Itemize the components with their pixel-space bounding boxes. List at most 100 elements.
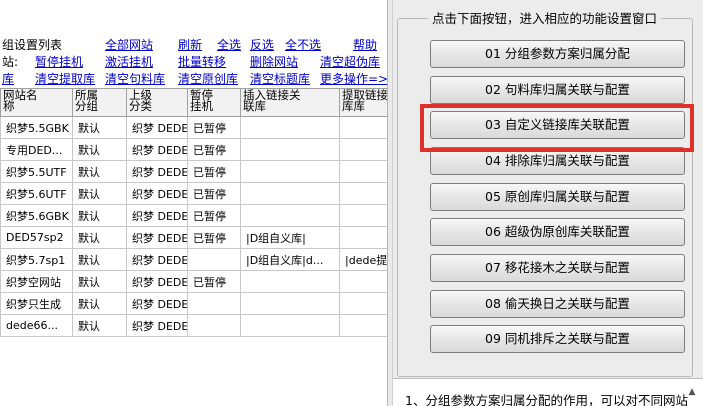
panel-title: 点击下面按钮，进入相应的功能设置窗口: [428, 12, 662, 26]
function-button-01[interactable]: 01 分组参数方案归属分配: [430, 40, 685, 68]
table-cell: [339, 204, 392, 227]
table-row[interactable]: 专用DED... 默认 织梦 DEDE 已暂停: [0, 138, 392, 161]
delete-site-link[interactable]: 删除网站: [250, 54, 298, 70]
function-button-06[interactable]: 06 超级伪原创库关联配置: [430, 218, 685, 246]
pause-collect-link[interactable]: 暂停挂机: [35, 54, 83, 70]
table-cell: DED57sp2: [0, 226, 73, 249]
table-cell: 默认: [72, 160, 127, 183]
table-cell: 织梦空网站: [0, 270, 73, 293]
table-cell: [339, 116, 392, 139]
table-row[interactable]: 织梦5.6UTF 默认 织梦 DEDE 已暂停: [0, 182, 392, 205]
column-header-group[interactable]: 所属 分组: [72, 88, 127, 117]
column-header-site-name[interactable]: 网站名称: [0, 88, 73, 117]
table-row[interactable]: DED57sp2 默认 织梦 DEDE 已暂停 |D组自义库|: [0, 226, 392, 249]
table-cell: [240, 292, 340, 315]
toolbar-row-2: 站: 暂停挂机 激活挂机 批量转移 删除网站 清空超伪库: [0, 54, 392, 70]
table-row[interactable]: dede66... 默认 织梦 DEDE: [0, 314, 392, 337]
site-table: 网站名称 所属 分组 上级 分类 暂停 挂机 插入链接关 联库 提取链接 库库 织梦5.5…: [0, 88, 392, 337]
table-cell: 默认: [72, 138, 127, 161]
refresh-link[interactable]: 刷新: [178, 37, 202, 53]
function-button-09[interactable]: 09 同机排斥之关联与配置: [430, 325, 685, 353]
column-header-extract-link-lib[interactable]: 提取链接 库库: [339, 88, 392, 117]
table-header-row: 网站名称 所属 分组 上级 分类 暂停 挂机 插入链接关 联库 提取链接 库库: [0, 88, 392, 117]
column-header-insert-link-lib[interactable]: 插入链接关 联库: [240, 88, 340, 117]
table-cell: 织梦5.7sp1: [0, 248, 73, 271]
table-cell: 已暂停: [187, 204, 241, 227]
site-list-pane: 组设置列表 全部网站 刷新 全选 反选 全不选 帮助 站: 暂停挂机 激活挂机 …: [0, 0, 392, 406]
table-cell: |D组自义库|d...: [240, 248, 340, 271]
table-cell: 默认: [72, 204, 127, 227]
table-cell: [187, 292, 241, 315]
table-cell: [339, 160, 392, 183]
table-cell: 已暂停: [187, 270, 241, 293]
clear-title-link[interactable]: 清空标题库: [250, 71, 310, 87]
table-cell: 默认: [72, 248, 127, 271]
table-cell: 默认: [72, 182, 127, 205]
table-cell: [187, 248, 241, 271]
table-cell: [339, 270, 392, 293]
function-button-05[interactable]: 05 原创库归属关联与配置: [430, 183, 685, 211]
function-button-02[interactable]: 02 句料库归属关联与配置: [430, 76, 685, 104]
table-cell: 织梦 DEDE: [126, 160, 188, 183]
table-cell: 织梦5.5UTF: [0, 160, 73, 183]
description-box: 1、分组参数方案归属分配的作用，可以对不同网站 ▲: [393, 378, 703, 406]
table-cell: [240, 182, 340, 205]
table-cell: 织梦 DEDE: [126, 116, 188, 139]
table-cell: [339, 292, 392, 315]
function-panel: 点击下面按钮，进入相应的功能设置窗口 01 分组参数方案归属分配 02 句料库归属…: [393, 0, 703, 406]
table-cell: 已暂停: [187, 226, 241, 249]
function-button-08[interactable]: 08 偷天换日之关联与配置: [430, 290, 685, 318]
table-cell: dede66...: [0, 314, 73, 337]
table-row[interactable]: 织梦5.5UTF 默认 织梦 DEDE 已暂停: [0, 160, 392, 183]
table-cell: 织梦 DEDE: [126, 314, 188, 337]
description-text: 1、分组参数方案归属分配的作用，可以对不同网站: [405, 393, 688, 406]
table-cell: 已暂停: [187, 160, 241, 183]
table-row[interactable]: 织梦空网站 默认 织梦 DEDE 已暂停: [0, 270, 392, 293]
table-cell: |D组自义库|: [240, 226, 340, 249]
table-cell: [339, 226, 392, 249]
scroll-up-icon[interactable]: ▲: [685, 387, 699, 406]
column-header-paused[interactable]: 暂停 挂机: [187, 88, 241, 117]
clear-original-link[interactable]: 清空原创库: [178, 71, 238, 87]
table-cell: 织梦 DEDE: [126, 182, 188, 205]
table-cell: 默认: [72, 270, 127, 293]
table-cell: 织梦 DEDE: [126, 138, 188, 161]
table-cell: 织梦5.6GBK: [0, 204, 73, 227]
table-cell: 织梦 DEDE: [126, 292, 188, 315]
table-cell: 已暂停: [187, 138, 241, 161]
table-row[interactable]: 织梦5.6GBK 默认 织梦 DEDE 已暂停: [0, 204, 392, 227]
station-label: 站:: [2, 55, 19, 69]
table-cell: [240, 160, 340, 183]
clear-pseudo-link[interactable]: 清空超伪库: [320, 54, 380, 70]
table-cell: 织梦 DEDE: [126, 270, 188, 293]
column-header-category[interactable]: 上级 分类: [126, 88, 188, 117]
table-cell: 织梦5.5GBK: [0, 116, 73, 139]
table-cell: 已暂停: [187, 116, 241, 139]
batch-transfer-link[interactable]: 批量转移: [178, 54, 226, 70]
table-cell: 默认: [72, 226, 127, 249]
table-cell: [240, 314, 340, 337]
table-cell: 默认: [72, 314, 127, 337]
invert-selection-link[interactable]: 反选: [250, 37, 274, 53]
table-row[interactable]: 织梦5.7sp1 默认 织梦 DEDE |D组自义库|d... |dede提: [0, 248, 392, 271]
function-button-07[interactable]: 07 移花接木之关联与配置: [430, 254, 685, 282]
select-none-link[interactable]: 全不选: [285, 37, 321, 53]
activate-collect-link[interactable]: 激活挂机: [105, 54, 153, 70]
lib-link[interactable]: 库: [2, 71, 14, 87]
more-ops-link[interactable]: 更多操作=>: [320, 71, 388, 87]
table-cell: [240, 270, 340, 293]
toolbar-row-1: 组设置列表 全部网站 刷新 全选 反选 全不选 帮助: [0, 37, 392, 53]
table-row[interactable]: 织梦只生成 默认 织梦 DEDE: [0, 292, 392, 315]
table-row[interactable]: 织梦5.5GBK 默认 织梦 DEDE 已暂停: [0, 116, 392, 139]
table-cell: 专用DED...: [0, 138, 73, 161]
table-cell: [240, 138, 340, 161]
table-cell: 默认: [72, 116, 127, 139]
clear-sentence-link[interactable]: 清空句料库: [105, 71, 165, 87]
table-cell: 织梦 DEDE: [126, 248, 188, 271]
clear-extract-link[interactable]: 清空提取库: [35, 71, 95, 87]
select-all-link[interactable]: 全选: [217, 37, 241, 53]
all-sites-link[interactable]: 全部网站: [105, 37, 153, 53]
table-cell: 织梦 DEDE: [126, 204, 188, 227]
table-cell: 默认: [72, 292, 127, 315]
help-link[interactable]: 帮助: [353, 37, 377, 53]
